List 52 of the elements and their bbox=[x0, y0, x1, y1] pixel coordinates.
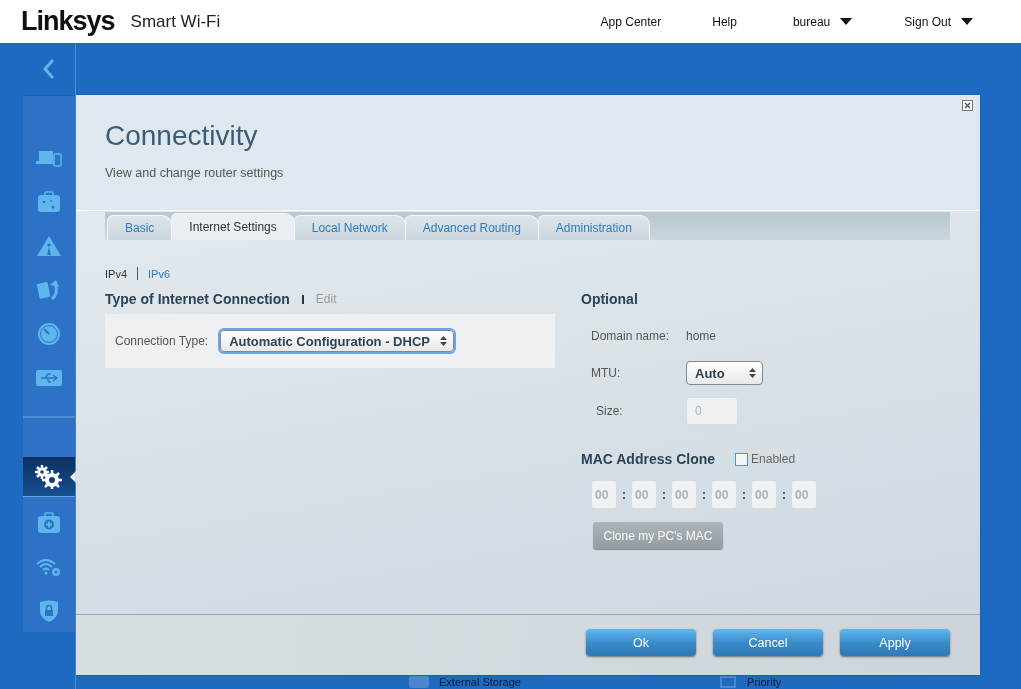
nav-link[interactable]: App Center bbox=[600, 14, 662, 29]
menu-dropdown[interactable]: Sign Out bbox=[904, 14, 973, 29]
tab[interactable]: Local Network bbox=[293, 215, 406, 240]
separator: : bbox=[701, 487, 707, 502]
field-label: Connection Type: bbox=[115, 334, 209, 348]
section-heading: Type of Internet Connection bbox=[105, 291, 290, 307]
mtu-select[interactable]: Auto bbox=[686, 361, 763, 385]
nav-link[interactable]: Help bbox=[712, 14, 737, 29]
connection-type-select[interactable]: Automatic Configuration - DHCP bbox=[220, 330, 454, 352]
dialog-button[interactable]: Ok bbox=[586, 629, 696, 656]
tab[interactable]: Internet Settings bbox=[171, 213, 295, 240]
separator: : bbox=[661, 487, 667, 502]
gears-icon bbox=[35, 464, 63, 489]
toolbox-icon bbox=[37, 191, 61, 213]
wifi-gear-icon bbox=[36, 556, 62, 578]
field-value: home bbox=[686, 329, 717, 343]
logo: Linksys bbox=[21, 6, 115, 37]
menu-dropdown[interactable]: bureau bbox=[792, 14, 853, 29]
field-label: Size: bbox=[596, 404, 624, 418]
warning-sign-icon bbox=[36, 235, 62, 257]
section-heading: MAC Address Clone bbox=[581, 451, 716, 467]
tab[interactable]: Advanced Routing bbox=[404, 215, 539, 240]
laptop-phone-icon bbox=[36, 149, 62, 167]
tab[interactable]: Basic bbox=[107, 215, 173, 240]
tile-title: External Storage bbox=[439, 676, 521, 688]
caret-icon bbox=[961, 18, 973, 25]
drive-icon bbox=[409, 676, 429, 688]
caret-icon bbox=[840, 18, 853, 25]
up-down-arrows-icon bbox=[749, 368, 756, 378]
product-name: Smart Wi-Fi bbox=[130, 11, 221, 32]
dialog-button[interactable]: Cancel bbox=[713, 629, 823, 656]
speedometer-icon bbox=[37, 322, 61, 346]
field-label: Domain name: bbox=[591, 329, 671, 343]
lock-shield-icon bbox=[39, 599, 59, 623]
dialog-subtitle: View and change router settings bbox=[105, 166, 285, 180]
first-aid-kit-icon bbox=[37, 512, 61, 534]
dialog-button[interactable]: Apply bbox=[840, 629, 950, 656]
edit-link[interactable]: Edit bbox=[315, 292, 337, 306]
tab[interactable]: Administration bbox=[537, 215, 650, 240]
ip-version-link[interactable]: IPv4 bbox=[105, 267, 127, 280]
up-down-arrows-icon bbox=[439, 336, 447, 346]
dialog-title: Connectivity bbox=[105, 119, 259, 153]
separator: : bbox=[621, 487, 627, 502]
separator: : bbox=[781, 487, 787, 502]
update-icon bbox=[37, 279, 61, 301]
ip-version-link[interactable]: IPv6 bbox=[148, 267, 171, 280]
separator: : bbox=[741, 487, 747, 502]
field-label: MTU: bbox=[591, 366, 622, 380]
usb-icon bbox=[36, 370, 62, 386]
tile-title: Priority bbox=[747, 676, 782, 688]
section-heading: Optional bbox=[581, 291, 639, 307]
sidebar-item[interactable] bbox=[23, 457, 75, 497]
